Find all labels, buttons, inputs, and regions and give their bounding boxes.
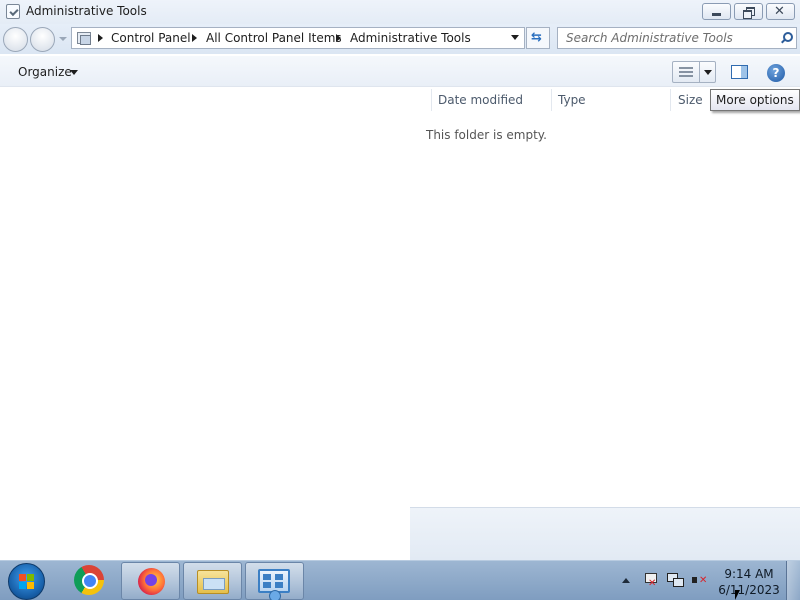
more-options-tooltip: More options [710, 89, 800, 111]
window-title: Administrative Tools [26, 4, 147, 18]
windows-explorer-icon [197, 570, 229, 594]
taskbar: 9:14 AM 6/11/2023 [0, 560, 800, 600]
breadcrumb-separator-icon[interactable] [98, 34, 103, 42]
file-list[interactable]: Date modified Type Size This folder is e… [410, 87, 800, 507]
column-header-date-modified[interactable]: Date modified [438, 93, 523, 107]
column-header-size[interactable]: Size [678, 93, 703, 107]
navigation-bar: Control Panel All Control Panel Items Ad… [0, 24, 800, 54]
clock[interactable]: 9:14 AM 6/11/2023 [716, 566, 782, 598]
column-divider[interactable] [431, 89, 432, 111]
windows-logo-icon [19, 574, 35, 590]
refresh-icon: ⇆ [531, 30, 542, 45]
control-panel-icon [258, 569, 290, 600]
close-button[interactable]: ✕ [766, 3, 795, 20]
column-divider[interactable] [551, 89, 552, 111]
refresh-button[interactable]: ⇆ [526, 27, 550, 49]
forward-button[interactable] [30, 27, 55, 52]
administrative-tools-icon [6, 4, 20, 19]
taskbar-chrome-button[interactable] [59, 562, 118, 600]
breadcrumb-administrative-tools[interactable]: Administrative Tools [350, 31, 471, 45]
preview-pane-button[interactable] [731, 65, 748, 79]
show-desktop-button[interactable] [786, 561, 800, 600]
clock-date: 6/11/2023 [718, 583, 780, 597]
column-header-type[interactable]: Type [558, 93, 586, 107]
breadcrumb-separator-icon[interactable] [336, 34, 341, 42]
close-icon: ✕ [774, 4, 785, 19]
organize-button[interactable]: Organize [18, 65, 72, 79]
more-options-button[interactable] [699, 61, 716, 83]
show-hidden-icons-icon[interactable] [622, 578, 630, 583]
details-view-icon [679, 67, 693, 77]
command-bar: Organize ? [0, 56, 800, 87]
empty-folder-message: This folder is empty. [426, 128, 547, 142]
taskbar-firefox-button[interactable] [121, 562, 180, 600]
column-divider[interactable] [670, 89, 671, 111]
address-history-dropdown[interactable] [511, 35, 519, 40]
search-input[interactable] [558, 28, 772, 48]
recent-pages-dropdown[interactable] [59, 37, 67, 41]
taskbar-control-panel-button[interactable] [245, 562, 304, 600]
start-button[interactable] [8, 563, 45, 600]
search-icon[interactable] [780, 32, 793, 43]
search-box[interactable] [557, 27, 797, 49]
details-pane [410, 507, 800, 560]
change-view-button[interactable] [672, 61, 700, 83]
breadcrumb-separator-icon[interactable] [192, 34, 197, 42]
explorer-window: Administrative Tools ✕ Control Panel All… [0, 0, 800, 560]
taskbar-windows-explorer-button[interactable] [183, 562, 242, 600]
address-bar[interactable]: Control Panel All Control Panel Items Ad… [71, 27, 525, 49]
volume-muted-icon[interactable] [692, 573, 708, 588]
minimize-button[interactable] [702, 3, 731, 20]
minimize-icon [712, 13, 721, 16]
control-panel-icon [76, 31, 92, 45]
clock-time: 9:14 AM [724, 567, 774, 581]
breadcrumb-control-panel[interactable]: Control Panel [111, 31, 191, 45]
chevron-down-icon[interactable] [70, 70, 78, 75]
title-bar[interactable]: Administrative Tools ✕ [0, 0, 800, 24]
firefox-icon [138, 568, 165, 595]
navigation-pane[interactable] [0, 87, 410, 560]
back-button[interactable] [3, 27, 28, 52]
network-icon[interactable] [667, 573, 684, 588]
breadcrumb-all-control-panel-items[interactable]: All Control Panel Items [206, 31, 342, 45]
help-icon[interactable]: ? [767, 64, 785, 82]
chrome-icon [74, 565, 104, 595]
restore-icon [743, 7, 755, 19]
mouse-cursor-icon [735, 590, 740, 600]
action-center-icon[interactable] [643, 573, 657, 589]
restore-button[interactable] [734, 3, 763, 20]
